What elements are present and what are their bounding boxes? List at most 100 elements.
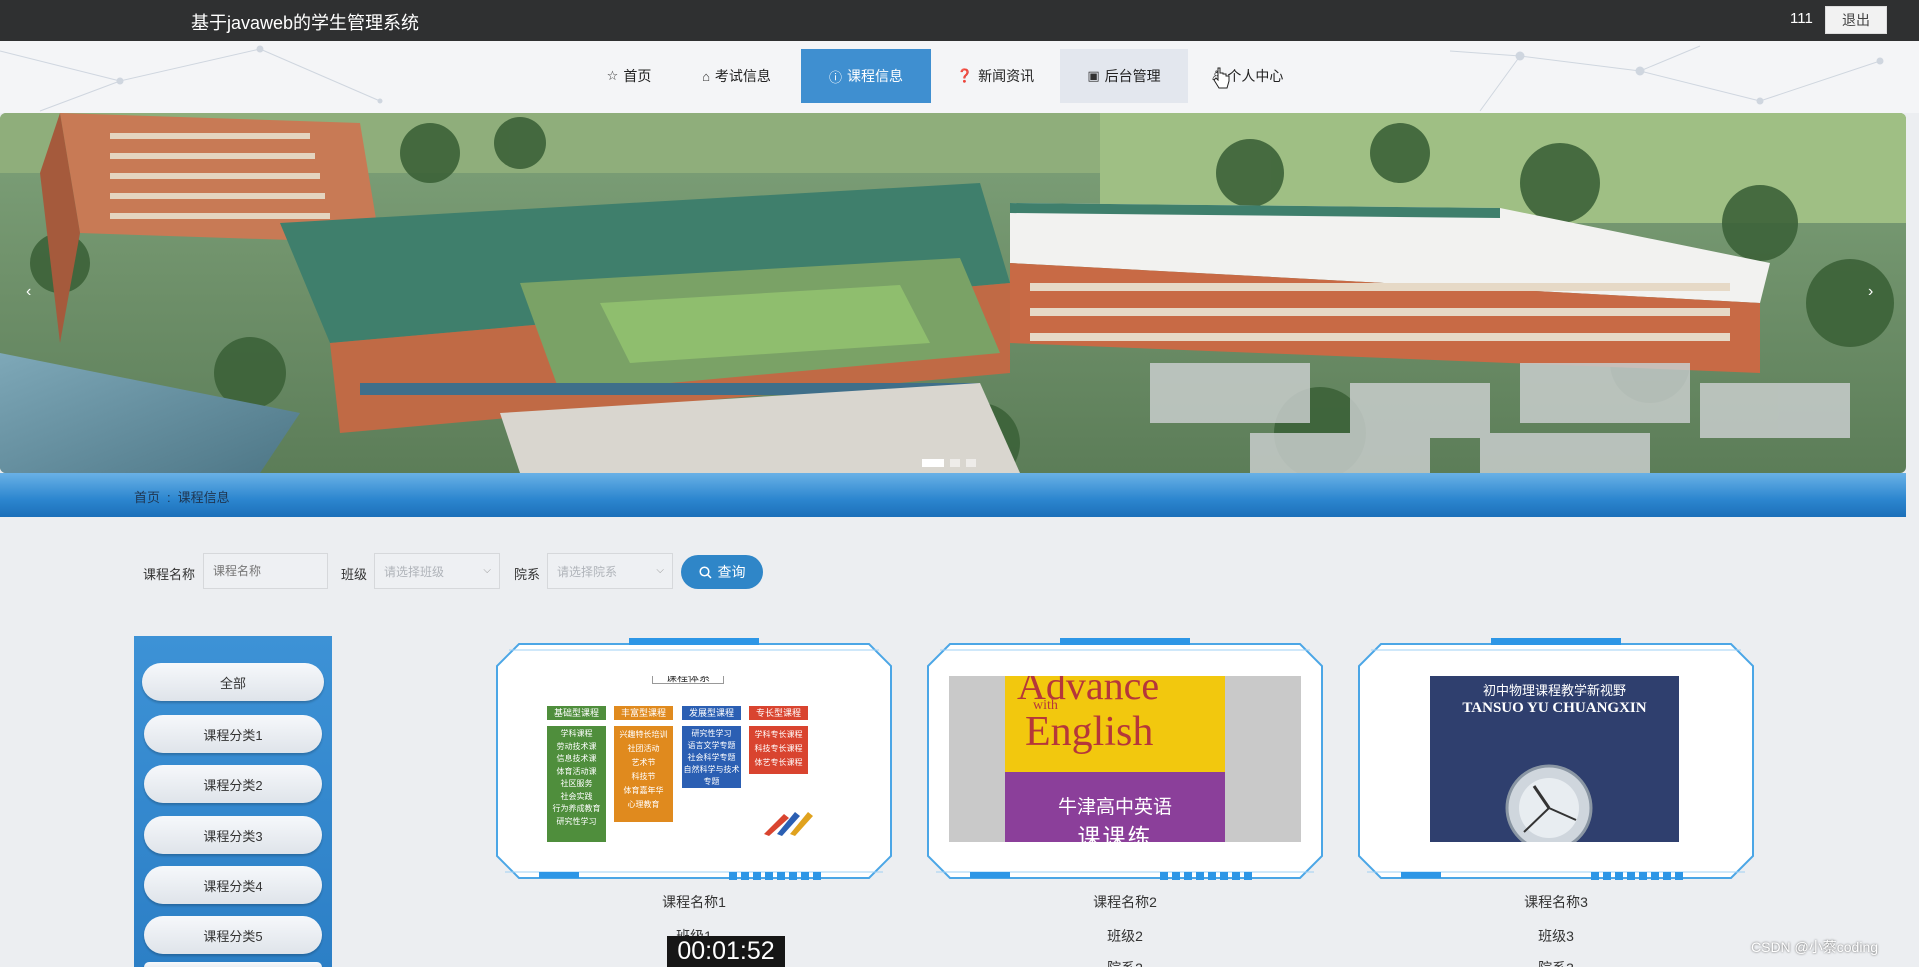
thumb-item: 心理教育 [627,800,660,809]
thumb-col-body: 学科课程 劳动技术课 信息技术课 体育活动课 社区服务 社会实践 行为养成教育 研究性学习 [547,726,606,842]
campus-banner-image [0,113,1906,473]
course-card[interactable]: Advance with English 牛津高中英语 课课练 课程名称2 班级… [920,636,1330,967]
banner-dots [922,459,976,467]
thumb-item: 学科课程 [560,729,593,738]
nav-news-label: 新闻资讯 [978,68,1035,84]
thumb-item: 行为养成教育 [552,804,601,813]
nav-exam[interactable]: ⌂ 考试信息 [672,49,801,103]
calendar-icon: ▣ [1087,68,1100,83]
course-thumbnail: 课程体系 基础型课程 丰富型课程 发展型课程 专长型课程 学科课程 劳动技术课 信息… [527,676,857,842]
video-timer: 00:01:52 [667,936,785,967]
course-name: 课程名称2 [1093,894,1157,910]
course-class: 班级3 [1538,928,1574,944]
book-en-title: TANSUO YU CHUANGXIN [1462,700,1647,716]
thumb-item: 艺术节 [631,758,656,767]
category-sidebar: 全部 课程分类1 课程分类2 课程分类3 课程分类4 课程分类5 [134,636,332,967]
app-title: 基于javaweb的学生管理系统 [191,13,420,33]
thumb-item: 劳动技术课 [556,741,597,751]
course-class: 班级2 [1107,928,1143,944]
pencils-graphic [764,812,813,836]
course-name-label: 课程名称 [143,567,196,582]
class-label: 班级 [341,567,368,582]
nav-admin-label: 后台管理 [1104,68,1161,84]
thumb-item: 学科专长课程 [754,730,803,739]
course-card[interactable]: 初中物理课程教学新视野 TANSUO YU CHUANGXIN 课程名称3 班级… [1351,636,1761,967]
category-item[interactable]: 课程分类5 [144,916,322,954]
dept-label: 院系 [514,567,541,582]
campus-banner: ‹ › [0,113,1906,473]
thumb-item: 科技专长课程 [754,744,803,753]
thumb-item: 体育嘉年华 [623,786,664,795]
class-select[interactable]: 请选择班级 ⌵ [374,553,500,589]
course-name-input[interactable] [203,553,328,589]
course-card[interactable]: 课程体系 基础型课程 丰富型课程 发展型课程 专长型课程 学科课程 劳动技术课 信息… [489,636,899,967]
thumb-col-body: 学科专长课程 科技专长课程 体艺专长课程 [749,726,808,774]
category-item[interactable]: 课程分类4 [144,866,322,904]
search-icon [698,565,712,579]
clock-graphic [1505,764,1593,842]
banner-dot[interactable] [950,459,960,467]
category-item[interactable]: 课程分类2 [144,765,322,803]
banner-dot[interactable] [966,459,976,467]
breadcrumb: 首页: 课程信息 [134,487,230,506]
category-item-partial[interactable] [144,962,322,967]
watermark: CSDN @小蔡coding [1751,939,1879,955]
book-title-english: English [1025,709,1154,755]
banner-next-arrow[interactable]: › [1868,283,1873,301]
thumb-item: 研究性学习 [691,729,732,738]
thumb-col-head: 基础型课程 [547,706,606,720]
logout-button[interactable]: 退出 [1825,6,1887,34]
nav-news[interactable]: ❓ 新闻资讯 [931,49,1060,103]
category-all[interactable]: 全部 [142,663,324,701]
thumb-col-head: 丰富型课程 [614,706,673,720]
chevron-down-icon: ⌵ [656,565,664,576]
bag-icon: ⌂ [702,68,710,84]
thumb-col-body: 研究性学习语言文学专题 社会科学专题自然科学与技术专题 [682,726,741,788]
nav-profile-label: 个人中心 [1227,68,1284,84]
thumb-item: 社会实践 [560,791,593,801]
class-select-placeholder: 请选择班级 [384,564,445,579]
thumb-title: 课程体系 [652,676,724,684]
course-name: 课程名称1 [662,894,726,910]
book-cn-title: 初中物理课程教学新视野 [1482,683,1626,698]
book-cn-title: 牛津高中英语 [1057,797,1172,818]
nav-course[interactable]: ⓘ 课程信息 [801,49,931,103]
nav-admin[interactable]: ▣ 后台管理 [1060,49,1188,103]
thumb-item: 社会科学专题 [687,753,736,762]
course-dept: 院系2 [920,958,1330,967]
breadcrumb-home[interactable]: 首页 [134,490,160,505]
thumb-item: 兴趣特长培训 [619,730,668,739]
thumb-item: 自然科学与技术专题 [683,765,740,786]
nav-exam-label: 考试信息 [714,68,771,84]
search-bar: 课程名称 班级 请选择班级 ⌵ 院系 请选择院系 ⌵ 查询 [0,553,1919,593]
course-dept: 院系3 [1351,958,1761,967]
banner-dot[interactable] [922,459,944,467]
username: 111 [1790,10,1813,27]
breadcrumb-current: 课程信息 [177,490,230,505]
star-icon: ☆ [606,68,619,83]
thumb-item: 体育活动课 [556,766,597,776]
mouse-pointer-icon [1213,67,1230,89]
nav-course-label: 课程信息 [847,68,903,84]
nav-home[interactable]: ☆ 首页 [586,49,672,103]
search-button[interactable]: 查询 [681,555,763,589]
main-nav: ☆ 首页 ⌂ 考试信息 ⓘ 课程信息 ❓ 新闻资讯 ▣ 后台管理 ♙ 个人中心 [0,41,1919,113]
chevron-down-icon: ⌵ [483,565,491,576]
book-cn-subtitle: 课课练 [1077,824,1153,842]
breadcrumb-bar: 首页: 课程信息 [0,473,1906,517]
thumb-item: 研究性学习 [556,816,597,826]
course-thumbnail: Advance with English 牛津高中英语 课课练 [949,676,1301,842]
banner-prev-arrow[interactable]: ‹ [26,283,31,301]
thumb-item: 语言文学专题 [687,741,736,750]
thumb-col-head: 专长型课程 [749,706,808,720]
dept-select[interactable]: 请选择院系 ⌵ [547,553,673,589]
category-item[interactable]: 课程分类1 [144,715,322,753]
course-name: 课程名称3 [1524,894,1588,910]
nav-profile[interactable]: ♙ 个人中心 [1188,49,1306,103]
nav-home-label: 首页 [623,68,652,84]
thumb-col-body: 兴趣特长培训 社团活动 艺术节 科技节 体育嘉年华 心理教育 [614,726,673,822]
breadcrumb-separator: : [167,490,171,505]
info-icon: ⓘ [828,69,842,85]
dept-select-placeholder: 请选择院系 [557,564,618,579]
category-item[interactable]: 课程分类3 [144,816,322,854]
